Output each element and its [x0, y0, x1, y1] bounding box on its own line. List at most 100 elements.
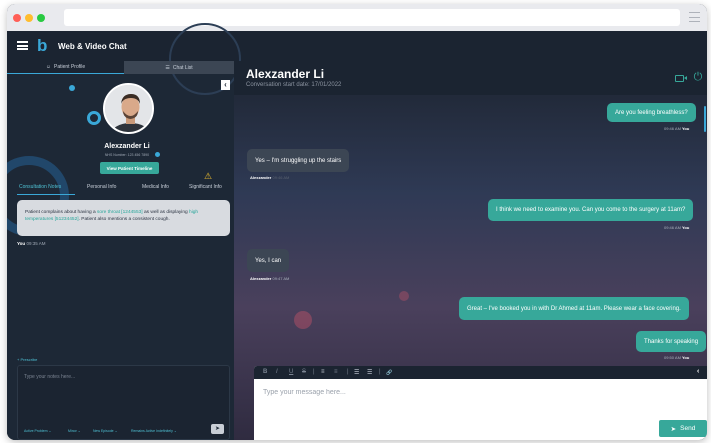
message-composer: B I U S | ≡ ≡ | ☰ ☰ | 🔗 ‹ ➤ Send — [254, 366, 707, 440]
save-note-button[interactable]: ➤ — [211, 424, 224, 434]
message-meta: 09:46 AM You — [664, 225, 689, 230]
chat-panel: Alexzander Li Conversation start date: 1… — [234, 61, 707, 440]
close-window-dot[interactable] — [13, 14, 21, 22]
send-icon: ➤ — [214, 426, 221, 432]
decor-ring-small — [87, 111, 101, 125]
notes-input-box: Active Problem ⌄ Minor ⌄ New Episode ⌄ R… — [17, 365, 230, 440]
message-bubble: Yes – I'm struggling up the stairs — [247, 149, 350, 172]
duration-dropdown[interactable]: Remains Active Indefinitely ⌄ — [131, 429, 177, 433]
patient-name: Alexzander Li — [104, 143, 150, 150]
bokeh-light — [294, 311, 312, 329]
tab-chat-list[interactable]: ☰ Chat List — [124, 61, 234, 74]
consultation-note-card: Patient complains about having a sore th… — [17, 200, 230, 236]
address-bar[interactable] — [64, 9, 680, 26]
dropdown-value: Remains Active Indefinitely — [131, 429, 173, 433]
message-input[interactable] — [263, 386, 643, 398]
message-bubble: I think we need to examine you. Can you … — [488, 199, 694, 221]
app-logo: b — [37, 36, 48, 55]
dropdown-value: Active Problem — [24, 429, 48, 433]
note-text: . Patient also mentions a consistent cou… — [78, 217, 170, 222]
formatting-toolbar: B I U S | ≡ ≡ | ☰ ☰ | 🔗 ‹ — [254, 366, 707, 379]
browser-menu-icon[interactable] — [689, 12, 700, 22]
dropdown-value: New Episode — [93, 429, 114, 433]
message-bubble: Great – I've booked you in with Dr Ahmed… — [459, 297, 689, 320]
underline-button[interactable]: U — [289, 369, 293, 375]
message-bubble: Thanks for speaking — [636, 331, 707, 352]
browser-window: b Web & Video Chat ☺ Patient Profile ☰ C… — [7, 4, 707, 440]
tab-label: Patient Profile — [53, 64, 86, 70]
note-meta: You 09:35 AM — [17, 241, 45, 246]
numbered-list-button[interactable]: ☰ — [367, 369, 372, 376]
toolbar-divider: | — [313, 369, 315, 375]
note-author: You — [17, 241, 26, 246]
app-title: Web & Video Chat — [58, 42, 127, 51]
prescribe-link[interactable]: + Prescribe — [17, 357, 37, 362]
tab-personal-info[interactable]: Personal Info — [87, 184, 116, 190]
bullet-list-button[interactable]: ☰ — [354, 369, 359, 376]
hamburger-menu-icon[interactable] — [17, 41, 28, 50]
view-patient-timeline-button[interactable]: View Patient Timeline — [100, 162, 159, 174]
toolbar-divider: | — [379, 369, 381, 375]
message-meta: 09:46 AM You — [664, 126, 689, 131]
message-author: Alexzander — [250, 175, 272, 180]
note-text: as well as displaying — [142, 210, 190, 215]
message-author: Alexzander — [250, 276, 272, 281]
send-label: Send — [680, 425, 696, 432]
send-button[interactable]: ➤ Send — [659, 420, 707, 437]
tab-label: Chat List — [172, 64, 193, 71]
conversation-start-date: Conversation start date: 17/01/2022 — [246, 82, 342, 88]
note-time: 09:35 AM — [26, 241, 46, 246]
message-time: 09:47 AM — [272, 276, 290, 281]
decor-ring-large — [169, 23, 241, 95]
dropdown-value: Minor — [68, 429, 77, 433]
collapse-panel-button[interactable]: ‹ — [221, 80, 230, 90]
tab-medical-info[interactable]: Medical Info — [142, 184, 169, 190]
message-meta: Alexzander 09:46 AM — [250, 175, 289, 180]
maximize-window-dot[interactable] — [37, 14, 45, 22]
strikethrough-button[interactable]: S — [302, 369, 306, 375]
avatar-photo — [105, 85, 152, 132]
patient-avatar — [103, 83, 154, 134]
severity-dropdown[interactable]: Minor ⌄ — [68, 429, 81, 433]
align-left-button[interactable]: ≡ — [321, 369, 325, 375]
message-time: 09:46 AM — [664, 225, 681, 230]
person-icon: ☺ — [45, 64, 51, 70]
tab-patient-profile[interactable]: ☺ Patient Profile — [7, 61, 124, 74]
active-tab-underline — [17, 194, 75, 195]
chevron-down-icon: ⌄ — [48, 429, 52, 433]
notes-input[interactable] — [24, 372, 224, 382]
chevron-down-icon: ⌄ — [114, 429, 118, 433]
list-icon: ☰ — [165, 64, 170, 71]
patient-panel: ☺ Patient Profile ☰ Chat List ‹ Alexzand… — [7, 23, 241, 440]
note-text: Patient complains about having a — [25, 210, 98, 215]
decor-dot — [69, 85, 75, 91]
bokeh-light — [399, 291, 409, 301]
message-time: 09:46 AM — [272, 175, 290, 180]
chat-scrollbar[interactable] — [704, 106, 706, 132]
nhs-number: NHS Number: 123 456 7890 — [104, 153, 150, 157]
end-session-icon[interactable]: ⏻ — [693, 72, 703, 83]
message-meta: Alexzander 09:47 AM — [250, 276, 289, 281]
tab-consultation-notes[interactable]: Consultation Notes — [19, 184, 61, 190]
message-bubble: Yes, I can — [247, 249, 290, 272]
message-author: You — [682, 126, 690, 131]
active-problem-dropdown[interactable]: Active Problem ⌄ — [24, 429, 51, 433]
message-meta: 09:50 AM You — [664, 355, 689, 360]
message-author: You — [682, 225, 690, 230]
bold-button[interactable]: B — [263, 369, 267, 375]
align-center-button[interactable]: ≡ — [334, 369, 338, 375]
message-time: 09:46 AM — [664, 126, 681, 131]
note-code-link[interactable]: sore throat [1244553] — [97, 210, 143, 215]
tab-significant-info[interactable]: Significant Info — [189, 184, 222, 190]
italic-button[interactable]: I — [276, 369, 278, 375]
episode-dropdown[interactable]: New Episode ⌄ — [93, 429, 118, 433]
chevron-down-icon: ⌄ — [77, 429, 81, 433]
collapse-toolbar-icon[interactable]: ‹ — [697, 368, 699, 375]
video-call-icon[interactable] — [675, 75, 687, 82]
attach-link-icon[interactable]: 🔗 — [386, 370, 392, 376]
minimize-window-dot[interactable] — [25, 14, 33, 22]
prescribe-label: Prescribe — [20, 357, 38, 362]
toolbar-divider: | — [347, 369, 349, 375]
app-header: b Web & Video Chat — [7, 31, 707, 61]
message-time: 09:50 AM — [664, 355, 681, 360]
